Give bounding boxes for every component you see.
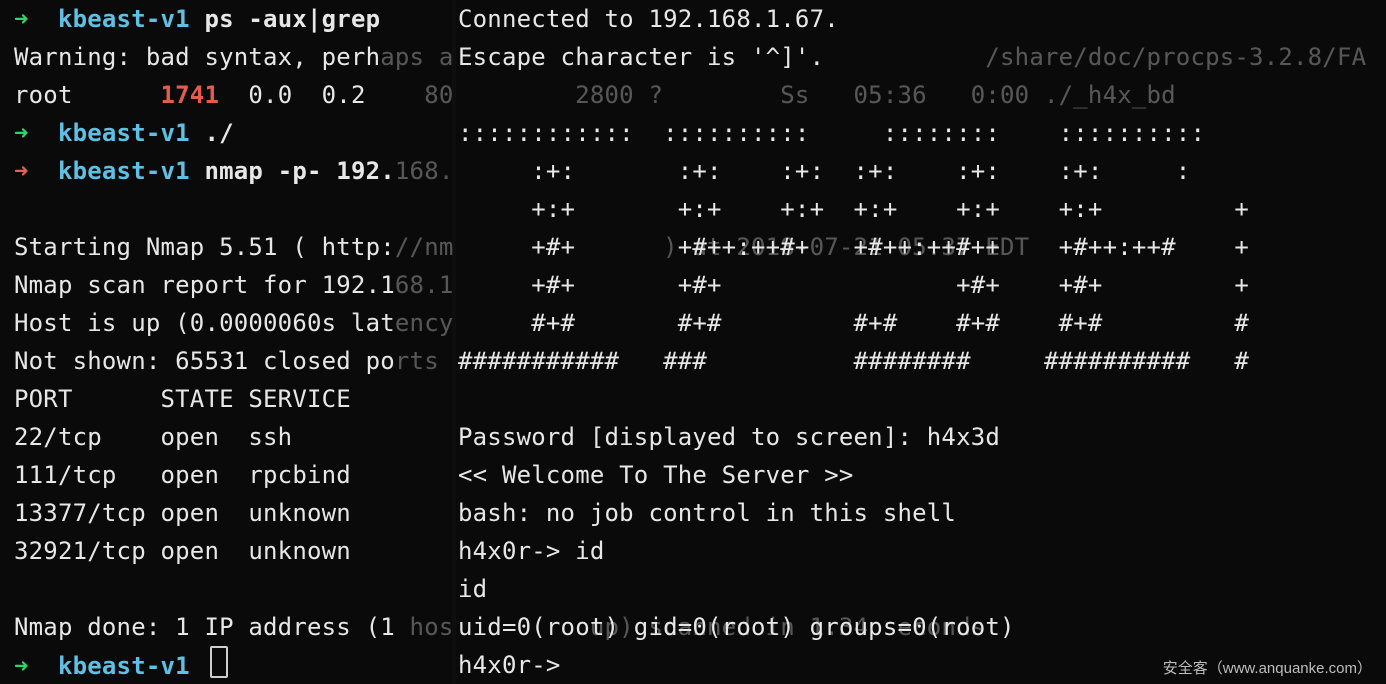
terminal-text: kbeast-v1 [58, 119, 190, 147]
terminal-text: ➜ [14, 119, 58, 147]
terminal-text: host [395, 613, 454, 641]
terminal-line: ########### ### ######## ########## # [458, 342, 1386, 380]
terminal-text: 1741 [161, 81, 220, 109]
terminal-line [14, 570, 454, 608]
terminal-line: Not shown: 65531 closed ports [14, 342, 454, 380]
terminal-text: 111/tcp open rpcbind [14, 461, 351, 489]
terminal-line: root 1741 0.0 0.2 8076 [14, 76, 454, 114]
terminal-line: Password [displayed to screen]: h4x3d [458, 418, 1386, 456]
watermark-text: 安全客（www.anquanke.com） [1163, 660, 1372, 678]
terminal-left-pane[interactable]: ➜ kbeast-v1 ps -aux|grepWarning: bad syn… [14, 0, 454, 684]
terminal-line [458, 380, 1386, 418]
terminal-line: Escape character is '^]'. [458, 38, 1386, 76]
terminal-text: 8076 [395, 81, 454, 109]
terminal-line: :+: :+: :+: :+: :+: :+: : [458, 152, 1386, 190]
terminal-line: ➜ kbeast-v1 [14, 646, 454, 684]
terminal-text: kbeast-v1 [58, 157, 190, 185]
terminal-line: Connected to 192.168.1.67. [458, 0, 1386, 38]
terminal-line: :::::::::::: :::::::::: :::::::: :::::::… [458, 114, 1386, 152]
terminal-line: 22/tcp open ssh [14, 418, 454, 456]
terminal-text: 32921/tcp open unknown [14, 537, 351, 565]
cursor [210, 646, 228, 678]
terminal-line: 111/tcp open rpcbind [14, 456, 454, 494]
terminal-line: ➜ kbeast-v1 ./ [14, 114, 454, 152]
terminal-line: +#+ +#++:++#+ +#++:++#++ +#++:++# + [458, 228, 1386, 266]
terminal-screenshot: ➜ kbeast-v1 ps -aux|grepWarning: bad syn… [0, 0, 1386, 684]
terminal-text [190, 652, 205, 680]
terminal-text: 22/tcp open ssh [14, 423, 292, 451]
terminal-line: PORT STATE SERVICE [14, 380, 454, 418]
terminal-line: +#+ +#+ +#+ +#+ + [458, 266, 1386, 304]
terminal-text: ps -aux|grep [190, 5, 380, 33]
terminal-text: root [14, 81, 161, 109]
terminal-text: ./ [190, 119, 234, 147]
terminal-text: Starting Nmap 5.51 ( http: [14, 233, 395, 261]
terminal-line: 13377/tcp open unknown [14, 494, 454, 532]
terminal-text: PORT STATE SERVICE [14, 385, 351, 413]
terminal-line: ➜ kbeast-v1 ps -aux|grep [14, 0, 454, 38]
terminal-line: ➜ kbeast-v1 nmap -p- 192.168.1.67 [14, 152, 454, 190]
terminal-line: #+# #+# #+# #+# #+# # [458, 304, 1386, 342]
terminal-text: ➜ [14, 157, 58, 185]
terminal-line: Host is up (0.0000060s latency) [14, 304, 454, 342]
terminal-text: rts [395, 347, 439, 375]
terminal-text: 168.1.67 [395, 157, 454, 185]
terminal-line: Nmap done: 1 IP address (1 host [14, 608, 454, 646]
terminal-right-pane[interactable]: Connected to 192.168.1.67.Escape charact… [458, 0, 1386, 684]
terminal-text: nmap -p- 192. [190, 157, 395, 185]
terminal-text: 13377/tcp open unknown [14, 499, 351, 527]
terminal-text: ➜ [14, 652, 58, 680]
terminal-text: Not shown: 65531 closed po [14, 347, 395, 375]
terminal-line: +:+ +:+ +:+ +:+ +:+ +:+ + [458, 190, 1386, 228]
terminal-text: Nmap done: 1 IP address (1 [14, 613, 395, 641]
terminal-text: kbeast-v1 [58, 5, 190, 33]
terminal-text: aps a bogus '-'? See /usr [380, 43, 454, 71]
terminal-text: //nmap.org [395, 233, 454, 261]
terminal-line: bash: no job control in this shell [458, 494, 1386, 532]
terminal-text: Nmap scan report for 192.1 [14, 271, 395, 299]
terminal-text: ➜ [14, 5, 58, 33]
terminal-text: 0.0 0.2 [219, 81, 395, 109]
terminal-line: Warning: bad syntax, perhaps a bogus '-'… [14, 38, 454, 76]
terminal-line: 32921/tcp open unknown [14, 532, 454, 570]
terminal-line: Nmap scan report for 192.168.1.67 [14, 266, 454, 304]
terminal-text: kbeast-v1 [58, 652, 190, 680]
terminal-text: Host is up (0.0000060s lat [14, 309, 395, 337]
terminal-line [14, 190, 454, 228]
terminal-line [458, 76, 1386, 114]
terminal-line: Starting Nmap 5.51 ( http://nmap.org [14, 228, 454, 266]
terminal-line: uid=0(root) gid=0(root) groups=0(root) [458, 608, 1386, 646]
terminal-line: << Welcome To The Server >> [458, 456, 1386, 494]
terminal-text: ency) [395, 309, 454, 337]
terminal-text: Warning: bad syntax, perh [14, 43, 380, 71]
terminal-text: 68.1.67 [395, 271, 454, 299]
terminal-line: id [458, 570, 1386, 608]
terminal-line: h4x0r-> id [458, 532, 1386, 570]
